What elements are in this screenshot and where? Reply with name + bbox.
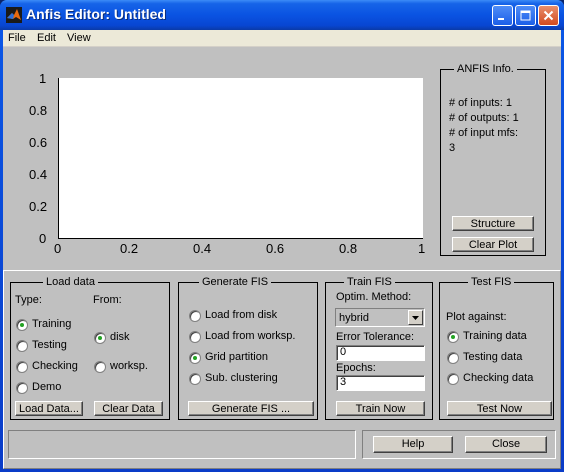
anfis-info-title: ANFIS Info.	[454, 63, 517, 76]
footer-button-panel: Help Close	[362, 430, 556, 459]
chevron-down-icon	[412, 316, 419, 320]
radio-demo-label[interactable]: Demo	[32, 381, 61, 394]
optim-method-label: Optim. Method:	[336, 291, 412, 303]
radio-testing[interactable]	[16, 340, 28, 352]
load-data-button[interactable]: Load Data...	[15, 401, 83, 416]
generate-fis-panel: Generate FIS Load from disk Load from wo…	[178, 276, 318, 420]
radio-grid-partition[interactable]	[189, 352, 201, 364]
radio-testing-data-label[interactable]: Testing data	[463, 351, 522, 364]
radio-load-from-workspace[interactable]	[189, 331, 201, 343]
plot-against-label: Plot against:	[446, 311, 507, 323]
radio-training-data-label[interactable]: Training data	[463, 330, 527, 343]
radio-training[interactable]	[16, 319, 28, 331]
radio-demo[interactable]	[16, 382, 28, 394]
client-area: File Edit View 1 0.8 0.6 0.4 0.2 0 0 0.2…	[3, 30, 561, 469]
radio-sub-clustering-label[interactable]: Sub. clustering	[205, 372, 278, 385]
close-icon	[543, 10, 554, 21]
radio-sub-clustering[interactable]	[189, 373, 201, 385]
radio-dot	[98, 336, 102, 340]
radio-training-label[interactable]: Training	[32, 318, 71, 331]
app-window: Anfis Editor: Untitled File Edit View 1 …	[0, 0, 564, 472]
radio-load-from-workspace-label[interactable]: Load from worksp.	[205, 330, 295, 343]
menu-bar: File Edit View	[3, 30, 561, 47]
train-fis-panel: Train FIS Optim. Method: hybrid Error To…	[325, 276, 433, 420]
close-window-button[interactable]	[538, 5, 559, 26]
x-tick-label: 0.4	[193, 241, 212, 256]
radio-checking[interactable]	[16, 361, 28, 373]
anfis-info-panel: ANFIS Info. # of inputs: 1 # of outputs:…	[440, 63, 546, 256]
x-tick-label: 0.2	[120, 241, 139, 256]
clear-data-button[interactable]: Clear Data	[94, 401, 163, 416]
test-fis-panel: Test FIS Plot against: Training data Tes…	[439, 276, 554, 420]
train-now-button[interactable]: Train Now	[336, 401, 425, 416]
from-label: From:	[93, 294, 122, 306]
info-line: # of outputs: 1	[449, 112, 519, 124]
info-line: 3	[449, 142, 456, 154]
matlab-logo-icon	[6, 7, 22, 23]
radio-training-data[interactable]	[447, 331, 459, 343]
y-tick-label: 0	[39, 231, 47, 246]
y-tick-label: 0.2	[29, 199, 48, 214]
clear-plot-button[interactable]: Clear Plot	[452, 237, 534, 252]
radio-grid-partition-label[interactable]: Grid partition	[205, 351, 268, 364]
minimize-button[interactable]	[492, 5, 513, 26]
epochs-label: Epochs:	[336, 362, 376, 374]
generate-fis-button[interactable]: Generate FIS ...	[188, 401, 314, 416]
info-line: # of inputs: 1	[449, 97, 512, 109]
x-tick-label: 0.8	[339, 241, 358, 256]
y-tick-label: 0.4	[29, 167, 48, 182]
train-fis-title: Train FIS	[344, 276, 395, 289]
radio-workspace-label[interactable]: worksp.	[110, 360, 148, 373]
x-tick-label: 0.6	[266, 241, 285, 256]
y-tick-label: 1	[39, 71, 47, 86]
epochs-input[interactable]: 3	[336, 375, 425, 391]
y-tick-label: 0.8	[29, 103, 48, 118]
maximize-button[interactable]	[515, 5, 536, 26]
menu-view[interactable]: View	[67, 32, 91, 44]
maximize-icon	[520, 10, 531, 21]
load-data-panel: Load data Type: From: Training Testing C…	[10, 276, 170, 420]
dropdown-button[interactable]	[408, 310, 423, 325]
radio-workspace[interactable]	[94, 361, 106, 373]
load-data-title: Load data	[43, 276, 98, 289]
menu-file[interactable]: File	[8, 32, 26, 44]
x-tick-label: 1	[418, 241, 426, 256]
minimize-icon	[498, 18, 504, 20]
test-fis-title: Test FIS	[468, 276, 515, 289]
title-bar[interactable]: Anfis Editor: Untitled	[0, 0, 564, 30]
optim-method-select[interactable]: hybrid	[335, 308, 425, 327]
y-tick-label: 0.6	[29, 135, 48, 150]
generate-fis-title: Generate FIS	[199, 276, 272, 289]
close-button[interactable]: Close	[465, 436, 547, 453]
radio-load-from-disk[interactable]	[189, 310, 201, 322]
radio-dot	[451, 335, 455, 339]
radio-dot	[193, 356, 197, 360]
x-tick-label: 0	[54, 241, 62, 256]
radio-testing-label[interactable]: Testing	[32, 339, 67, 352]
radio-disk-label[interactable]: disk	[110, 331, 130, 344]
test-now-button[interactable]: Test Now	[447, 401, 552, 416]
menu-edit[interactable]: Edit	[37, 32, 56, 44]
radio-disk[interactable]	[94, 332, 106, 344]
status-panel	[8, 430, 356, 459]
help-button[interactable]: Help	[373, 436, 453, 453]
structure-button[interactable]: Structure	[452, 216, 534, 231]
radio-checking-data[interactable]	[447, 373, 459, 385]
radio-checking-label[interactable]: Checking	[32, 360, 78, 373]
type-label: Type:	[15, 294, 42, 306]
error-tolerance-label: Error Tolerance:	[336, 331, 415, 343]
radio-checking-data-label[interactable]: Checking data	[463, 372, 533, 385]
radio-dot	[20, 323, 24, 327]
info-line: # of input mfs:	[449, 127, 519, 139]
radio-load-from-disk-label[interactable]: Load from disk	[205, 309, 277, 322]
radio-testing-data[interactable]	[447, 352, 459, 364]
error-tolerance-input[interactable]: 0	[336, 345, 425, 361]
plot-axes	[58, 78, 423, 239]
window-title: Anfis Editor: Untitled	[26, 6, 166, 22]
optim-method-value: hybrid	[339, 312, 369, 324]
